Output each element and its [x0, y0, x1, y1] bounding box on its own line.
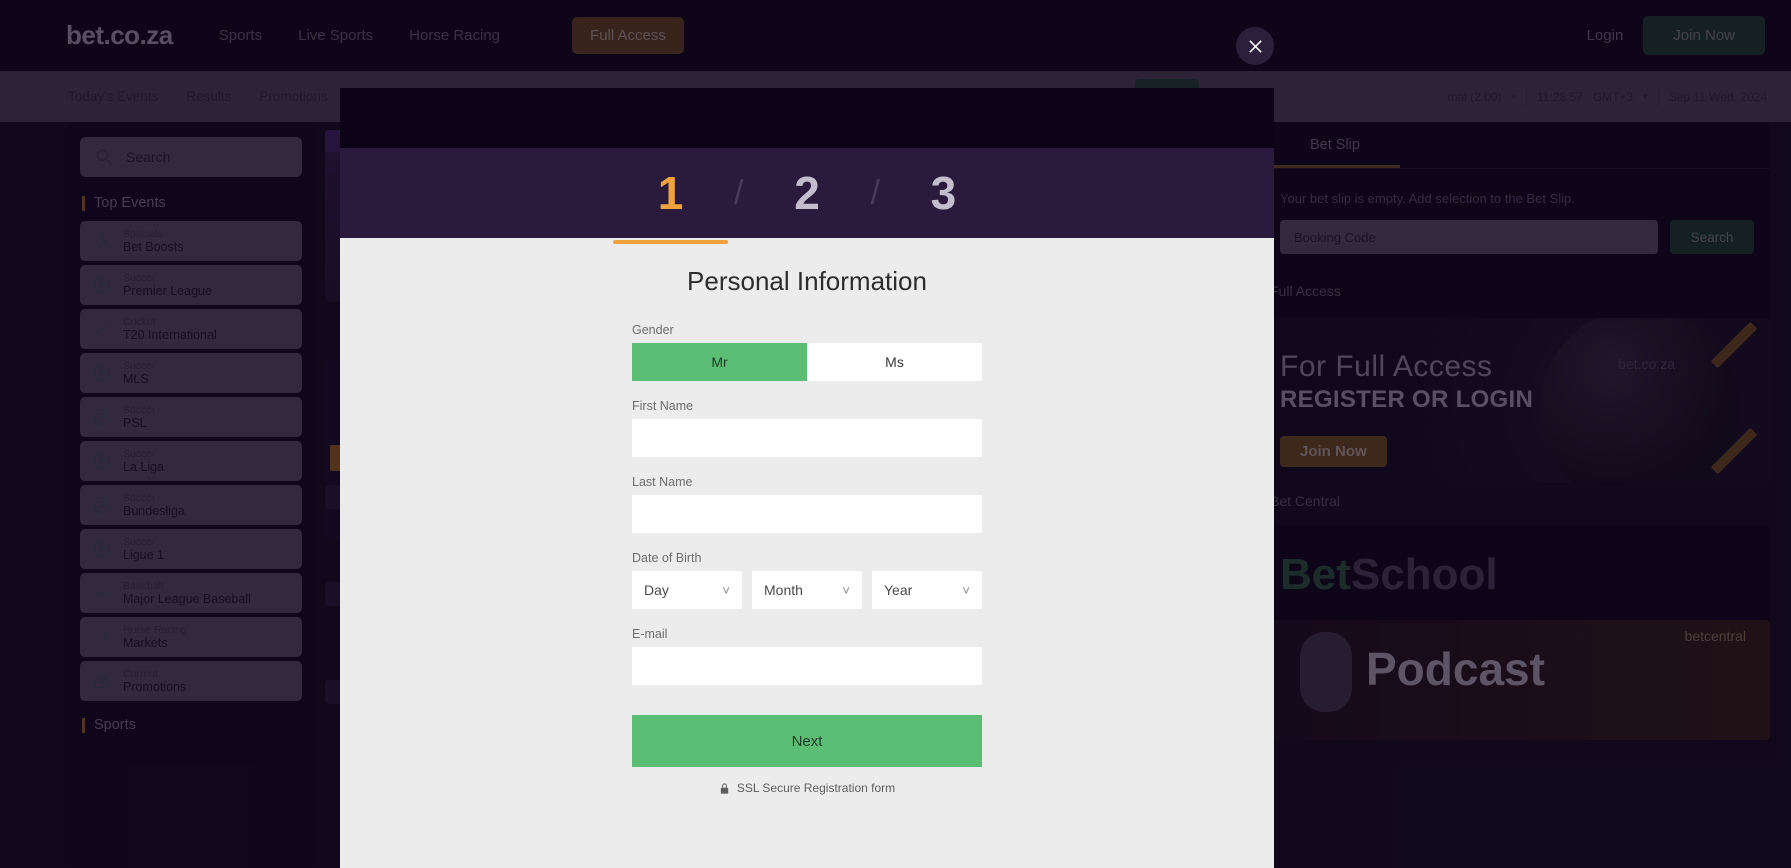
last-name-input[interactable] [632, 495, 982, 533]
chevron-down-icon: ˅ [962, 582, 970, 598]
dob-month-value: Month [764, 582, 803, 598]
step-number-1: 1 [657, 167, 684, 219]
dob-day-value: Day [644, 582, 669, 598]
personal-information-form: Gender Mr Ms First Name Last Name Date o… [632, 323, 982, 795]
gender-label: Gender [632, 323, 674, 337]
email-input[interactable] [632, 647, 982, 685]
first-name-input[interactable] [632, 419, 982, 457]
date-of-birth-row: Day ˅ Month ˅ Year ˅ [632, 571, 982, 609]
dob-year-select[interactable]: Year ˅ [872, 571, 982, 609]
date-of-birth-label: Date of Birth [632, 551, 702, 565]
registration-modal: 1 / 2 / 3 Personal Information Gender Mr… [340, 88, 1274, 868]
dob-year-value: Year [884, 582, 913, 598]
step-active-underline [613, 240, 729, 244]
step-separator: / [870, 173, 880, 212]
first-name-label: First Name [632, 399, 694, 413]
lock-icon [720, 782, 729, 794]
modal-top-strip [340, 88, 1274, 148]
ssl-secure-note: SSL Secure Registration form [632, 781, 982, 795]
gender-toggle-group: Mr Ms [632, 343, 982, 381]
close-icon [1248, 39, 1262, 53]
registration-step-indicator: 1 / 2 / 3 [340, 148, 1274, 244]
modal-title: Personal Information [687, 266, 927, 296]
gender-option-ms[interactable]: Ms [807, 343, 982, 381]
next-button[interactable]: Next [632, 715, 982, 767]
dob-month-select[interactable]: Month ˅ [752, 571, 862, 609]
step-indicator-3[interactable]: 3 [886, 170, 1001, 216]
ssl-secure-text: SSL Secure Registration form [736, 781, 896, 795]
close-modal-button[interactable] [1236, 27, 1274, 65]
last-name-label: Last Name [632, 475, 693, 489]
email-label: E-mail [632, 627, 668, 641]
step-indicator-2[interactable]: 2 [750, 170, 865, 216]
step-number-2: 2 [794, 167, 820, 219]
dob-day-select[interactable]: Day ˅ [632, 571, 742, 609]
chevron-down-icon: ˅ [842, 582, 850, 598]
gender-option-mr[interactable]: Mr [632, 343, 807, 381]
modal-body: Personal Information Gender Mr Ms First … [340, 238, 1274, 795]
step-separator: / [734, 173, 744, 212]
chevron-down-icon: ˅ [722, 582, 730, 598]
step-number-3: 3 [930, 167, 957, 219]
step-indicator-1[interactable]: 1 [613, 167, 729, 244]
